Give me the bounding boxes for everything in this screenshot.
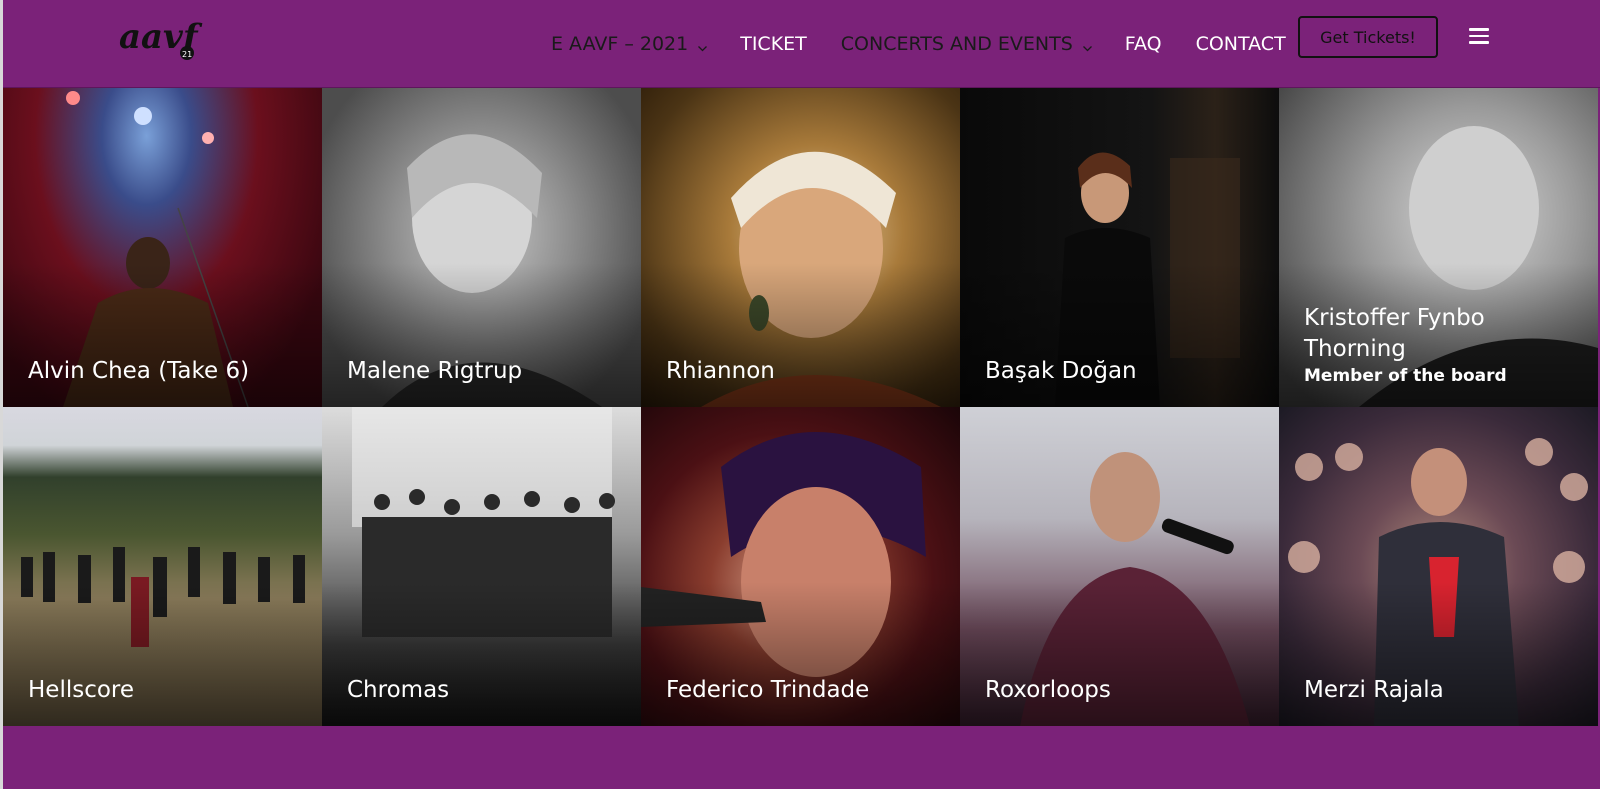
artist-card[interactable]: Federico Trindade xyxy=(641,407,960,726)
artist-caption: Başak Doğan xyxy=(985,356,1269,387)
artist-caption: Alvin Chea (Take 6) xyxy=(28,356,312,387)
artist-name: Roxorloops xyxy=(985,677,1111,703)
artist-name: Rhiannon xyxy=(666,358,775,384)
artist-caption: Malene Rigtrup xyxy=(347,356,631,387)
artist-caption: Hellscore xyxy=(28,675,312,706)
artist-name: Alvin Chea (Take 6) xyxy=(28,358,250,384)
artist-card[interactable]: Kristoffer Fynbo Thorning Member of the … xyxy=(1279,88,1598,407)
artist-name: Başak Doğan xyxy=(985,358,1137,384)
nav-item-label: E AAVF – 2021 xyxy=(551,33,689,55)
nav-item-ticket[interactable]: TICKET xyxy=(740,33,807,55)
site-header: aavf 21 E AAVF – 2021 TICKET CONCERTS AN… xyxy=(3,0,1600,88)
artist-card[interactable]: Merzi Rajala xyxy=(1279,407,1598,726)
artist-card[interactable]: Chromas xyxy=(322,407,641,726)
nav-item-faq[interactable]: FAQ xyxy=(1125,33,1162,55)
artist-grid: Alvin Chea (Take 6) Malene Rigtrup Rhian… xyxy=(3,88,1600,726)
nav-item-aavf-2021[interactable]: E AAVF – 2021 xyxy=(551,33,708,55)
artist-name: Federico Trindade xyxy=(666,677,870,703)
svg-text:21: 21 xyxy=(182,50,192,59)
site-logo[interactable]: aavf 21 xyxy=(117,14,203,64)
aavf-logo-icon: aavf 21 xyxy=(119,17,203,60)
nav-item-label: CONCERTS AND EVENTS xyxy=(840,33,1073,55)
nav-item-label: CONTACT xyxy=(1195,33,1286,55)
artist-card[interactable]: Hellscore xyxy=(3,407,322,726)
artist-card[interactable]: Alvin Chea (Take 6) xyxy=(3,88,322,407)
nav-item-contact[interactable]: CONTACT xyxy=(1196,33,1286,55)
nav-item-label: FAQ xyxy=(1124,33,1162,55)
artist-card[interactable]: Rhiannon xyxy=(641,88,960,407)
hamburger-icon[interactable] xyxy=(1469,28,1489,46)
chevron-down-icon xyxy=(1082,35,1092,52)
artist-caption: Merzi Rajala xyxy=(1304,675,1588,706)
artist-caption: Kristoffer Fynbo Thorning Member of the … xyxy=(1304,303,1588,387)
artist-card[interactable]: Roxorloops xyxy=(960,407,1279,726)
artist-card[interactable]: Malene Rigtrup xyxy=(322,88,641,407)
artist-name: Hellscore xyxy=(28,677,135,703)
nav-item-concerts-and-events[interactable]: CONCERTS AND EVENTS xyxy=(840,33,1092,55)
chevron-down-icon xyxy=(698,35,708,52)
artist-caption: Rhiannon xyxy=(666,356,950,387)
artist-caption: Federico Trindade xyxy=(666,675,950,706)
artist-name: Kristoffer Fynbo Thorning xyxy=(1304,305,1485,362)
get-tickets-button[interactable]: Get Tickets! xyxy=(1298,16,1438,58)
main-nav: E AAVF – 2021 TICKET CONCERTS AND EVENTS… xyxy=(551,0,1320,88)
artist-caption: Chromas xyxy=(347,675,631,706)
artist-role: Member of the board xyxy=(1304,366,1507,386)
artist-name: Malene Rigtrup xyxy=(347,358,523,384)
artist-card[interactable]: Başak Doğan xyxy=(960,88,1279,407)
artist-name: Merzi Rajala xyxy=(1304,677,1444,703)
nav-item-label: TICKET xyxy=(740,33,807,55)
artist-name: Chromas xyxy=(347,677,450,703)
artist-caption: Roxorloops xyxy=(985,675,1269,706)
